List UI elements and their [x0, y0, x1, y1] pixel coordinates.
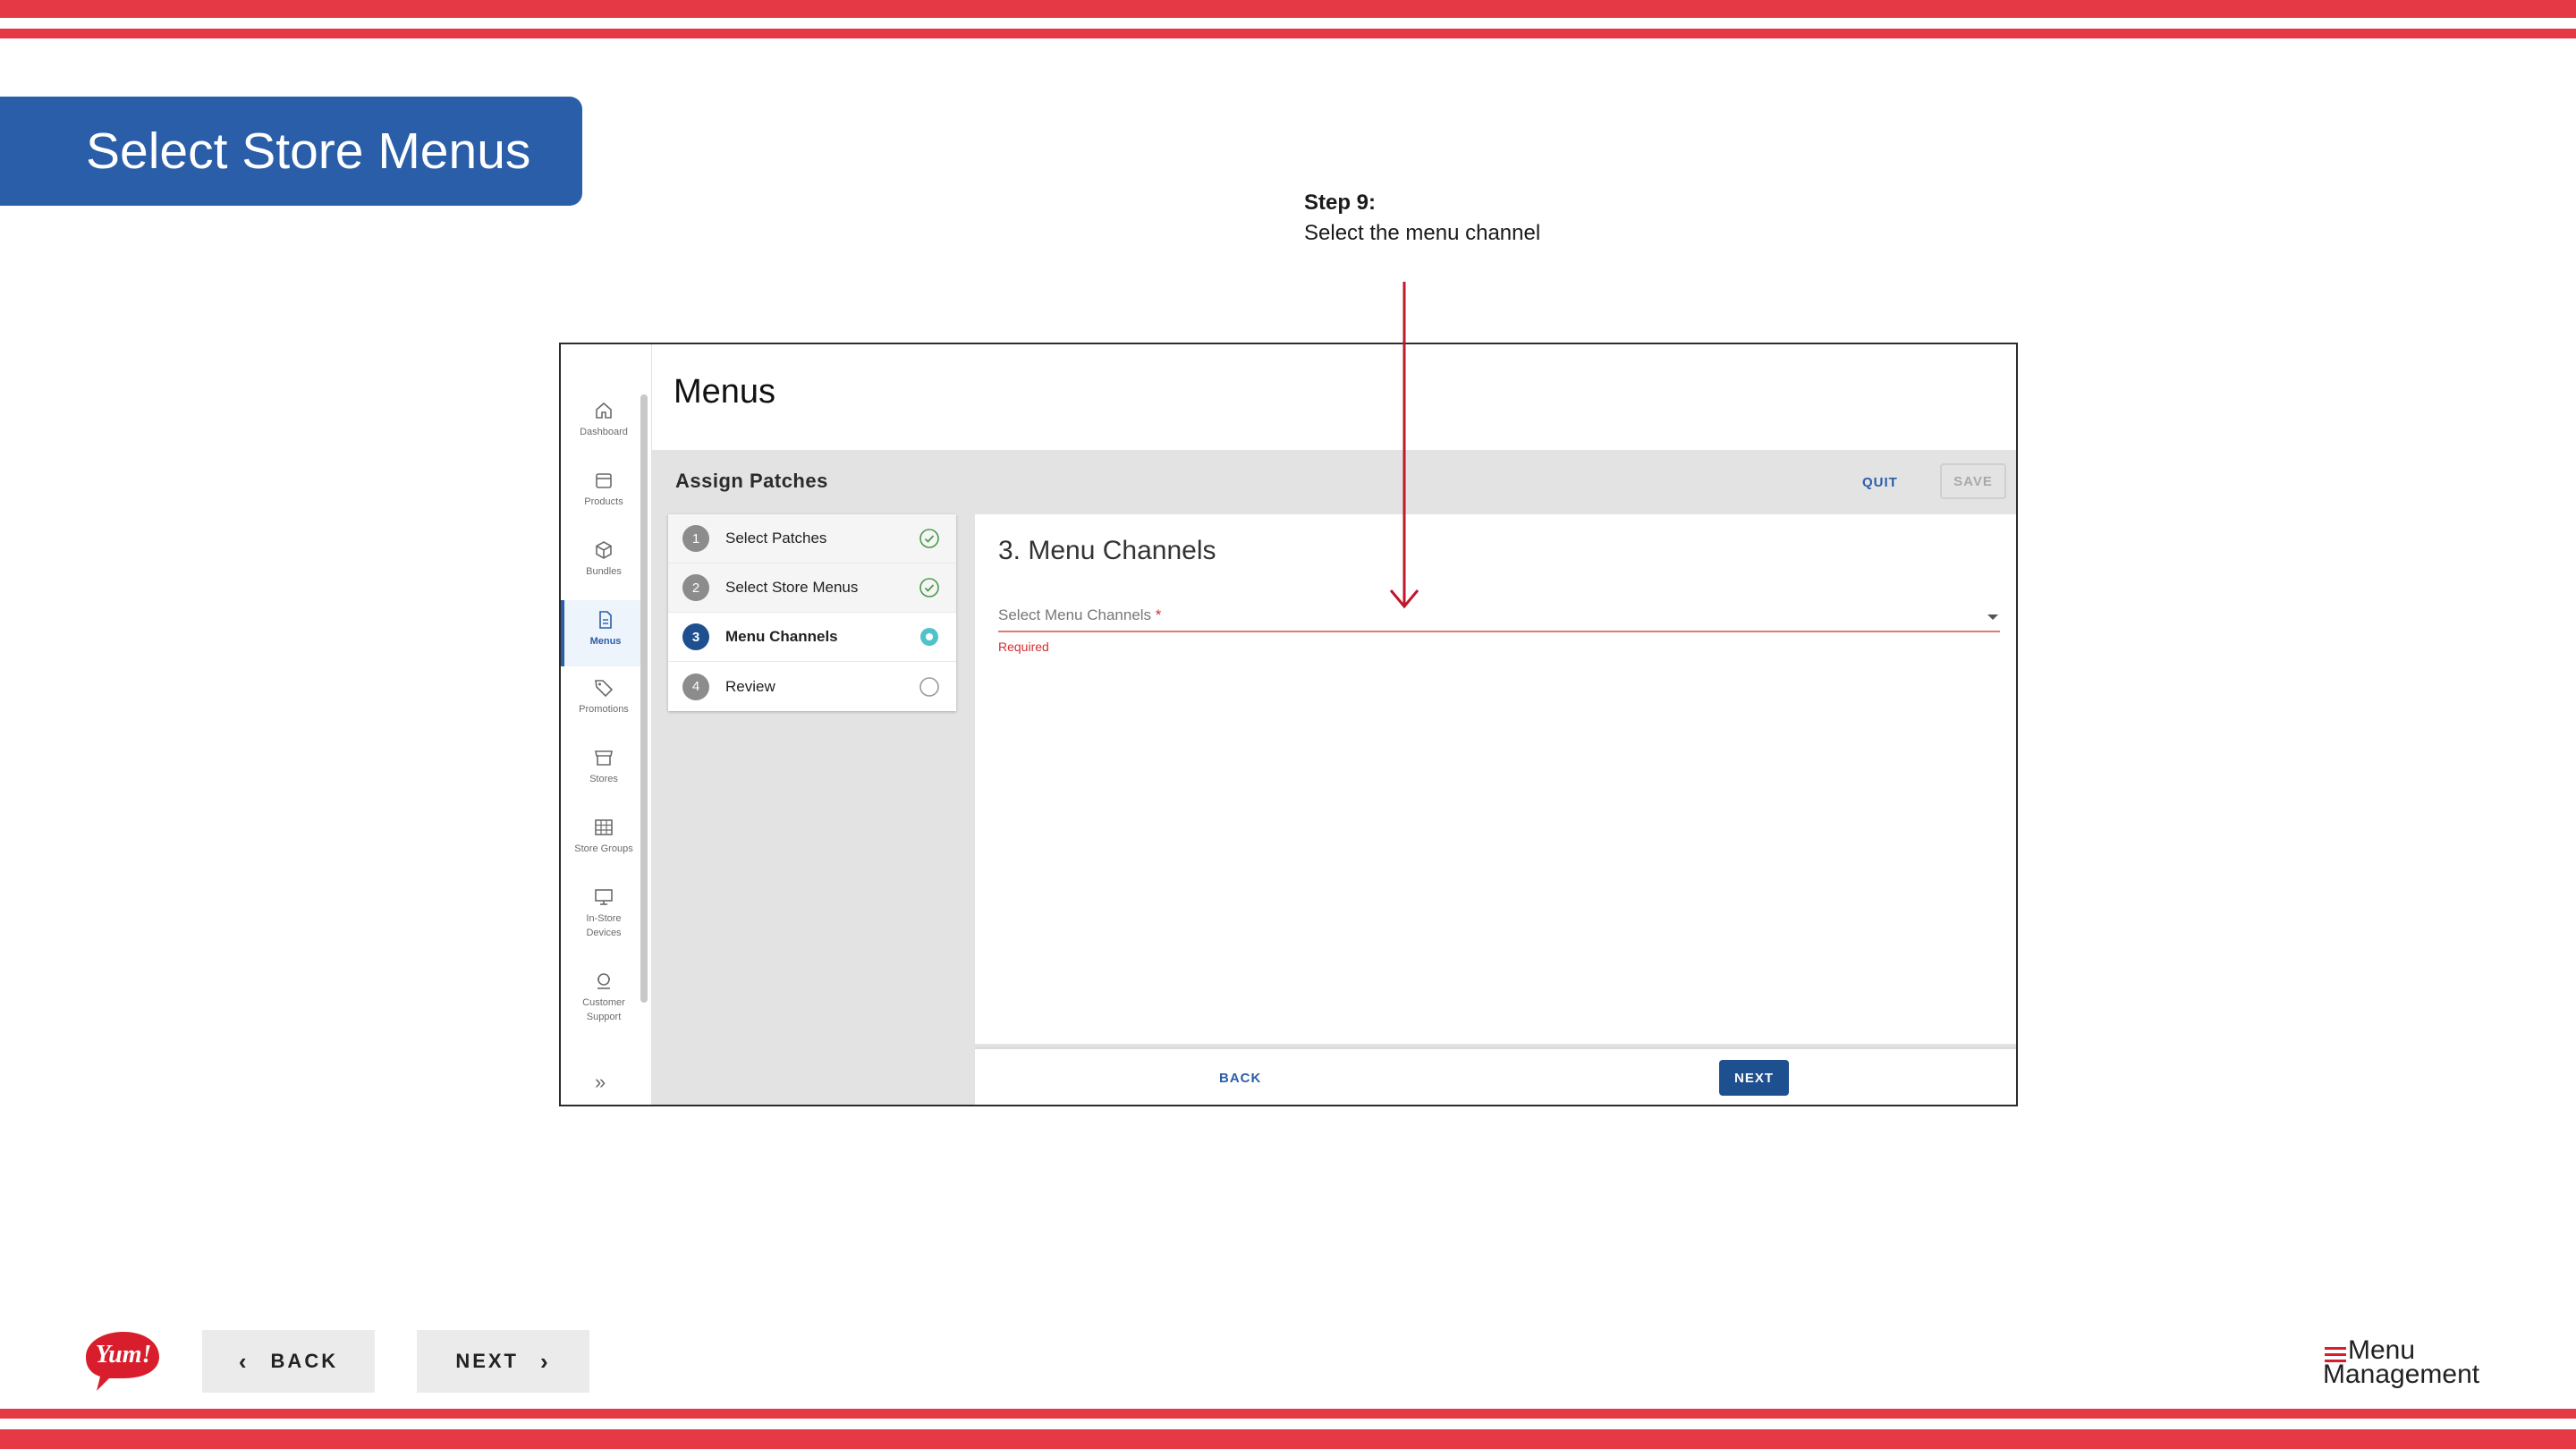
- step-label: Review: [725, 677, 775, 695]
- step-content: 3. Menu Channels Select Menu Channels * …: [975, 514, 2016, 1044]
- yum-logo: Yum!: [86, 1332, 159, 1391]
- menu-channels-select-label[interactable]: Select Menu Channels *: [998, 606, 1161, 624]
- quit-button[interactable]: QUIT: [1862, 475, 1898, 490]
- step-number: 4: [682, 673, 709, 700]
- menu-management-logo: Menu Management: [2323, 1335, 2480, 1389]
- chevron-right-icon: ›: [540, 1347, 551, 1375]
- menu-channels-select[interactable]: [998, 631, 2000, 632]
- step-item[interactable]: 1 Select Patches: [668, 514, 956, 564]
- next-label: NEXT: [455, 1350, 519, 1372]
- step-number: 1: [682, 525, 709, 552]
- step-number: 2: [682, 574, 709, 601]
- step-item[interactable]: 2 Select Store Menus: [668, 564, 956, 613]
- rail-label: Menus: [589, 636, 622, 647]
- select-label-text: Select Menu Channels: [998, 606, 1152, 623]
- stepper: 1 Select Patches 2 Select Store Menus 3 …: [668, 514, 956, 711]
- page-title: Menus: [674, 373, 776, 411]
- store-icon: [595, 750, 613, 766]
- rail-label: Dashboard: [580, 427, 628, 437]
- step-footer: BACK NEXT: [975, 1046, 2016, 1105]
- rail-item-bundles[interactable]: Bundles: [561, 539, 647, 579]
- monitor-icon: [595, 889, 613, 905]
- step-label: Select Patches: [725, 530, 827, 547]
- rail-label: Products: [584, 496, 623, 507]
- rail-label: Store Groups: [574, 843, 633, 854]
- rail-item-stores[interactable]: Stores: [561, 747, 647, 786]
- step-label: Select Store Menus: [725, 579, 859, 596]
- step-label: Menu Channels: [725, 628, 838, 645]
- app-screenshot: Dashboard Products Bundles Menus Promoti…: [559, 343, 2018, 1106]
- callout-body: Select the menu channel: [1304, 221, 1541, 245]
- support-icon: [597, 973, 610, 989]
- check-circle-icon: [919, 578, 939, 597]
- radio-active-icon: [920, 628, 938, 646]
- nav-rail: Dashboard Products Bundles Menus Promoti…: [561, 344, 652, 1105]
- required-marker: *: [1155, 606, 1162, 623]
- callout-heading: Step 9:: [1304, 191, 1377, 215]
- cube-icon: [596, 541, 612, 559]
- rail-label: In-Store Devices: [586, 913, 622, 938]
- assign-title: Assign Patches: [675, 470, 828, 492]
- step-callout: Step 9: Select the menu channel: [1304, 188, 1540, 249]
- rail-item-products[interactable]: Products: [561, 470, 647, 509]
- rail-label: Customer Support: [582, 997, 625, 1022]
- section-title: 3. Menu Channels: [998, 536, 1216, 565]
- slide-title: Select Store Menus: [0, 97, 582, 206]
- step-number: 3: [682, 623, 709, 650]
- rail-item-customer-support[interactable]: Customer Support: [561, 970, 647, 1024]
- svg-text:Yum!: Yum!: [96, 1341, 152, 1368]
- radio-empty-icon: [919, 676, 939, 697]
- rail-item-promotions[interactable]: Promotions: [561, 677, 647, 716]
- required-error: Required: [998, 640, 1049, 654]
- save-button[interactable]: SAVE: [1940, 463, 2006, 499]
- rail-label: Bundles: [586, 566, 622, 577]
- rail-item-menus[interactable]: Menus: [561, 600, 647, 666]
- step-next-button[interactable]: NEXT: [1719, 1060, 1789, 1096]
- back-label: BACK: [270, 1350, 339, 1372]
- top-stripe-2: [0, 29, 2576, 38]
- rail-item-in-store-devices[interactable]: In-Store Devices: [561, 886, 647, 940]
- tag-icon: [595, 680, 614, 698]
- bottom-stripe-1: [0, 1409, 2576, 1419]
- slide-next-button[interactable]: NEXT ›: [417, 1330, 589, 1393]
- document-icon: [599, 611, 612, 629]
- rail-label: Stores: [589, 774, 618, 784]
- rail-item-dashboard[interactable]: Dashboard: [561, 400, 647, 439]
- logo-line-1: Menu: [2348, 1335, 2416, 1365]
- rail-item-store-groups[interactable]: Store Groups: [561, 817, 647, 856]
- rail-label: Promotions: [579, 704, 629, 715]
- home-icon: [596, 402, 612, 419]
- chevron-down-icon[interactable]: [1987, 614, 1998, 620]
- rail-scrollbar[interactable]: [640, 394, 648, 1003]
- slide-back-button[interactable]: ‹ BACK: [202, 1330, 375, 1393]
- chevron-left-icon: ‹: [238, 1347, 250, 1375]
- logo-line-2: Management: [2323, 1360, 2480, 1389]
- step-back-button[interactable]: BACK: [1219, 1071, 1261, 1086]
- top-stripe-1: [0, 0, 2576, 18]
- grid-icon: [595, 819, 613, 835]
- step-item[interactable]: 4 Review: [668, 662, 956, 711]
- step-item-active[interactable]: 3 Menu Channels: [668, 613, 956, 662]
- expand-rail-icon[interactable]: »: [595, 1071, 606, 1094]
- box-icon: [596, 473, 612, 488]
- check-circle-icon: [919, 529, 939, 548]
- bottom-stripe-2: [0, 1429, 2576, 1449]
